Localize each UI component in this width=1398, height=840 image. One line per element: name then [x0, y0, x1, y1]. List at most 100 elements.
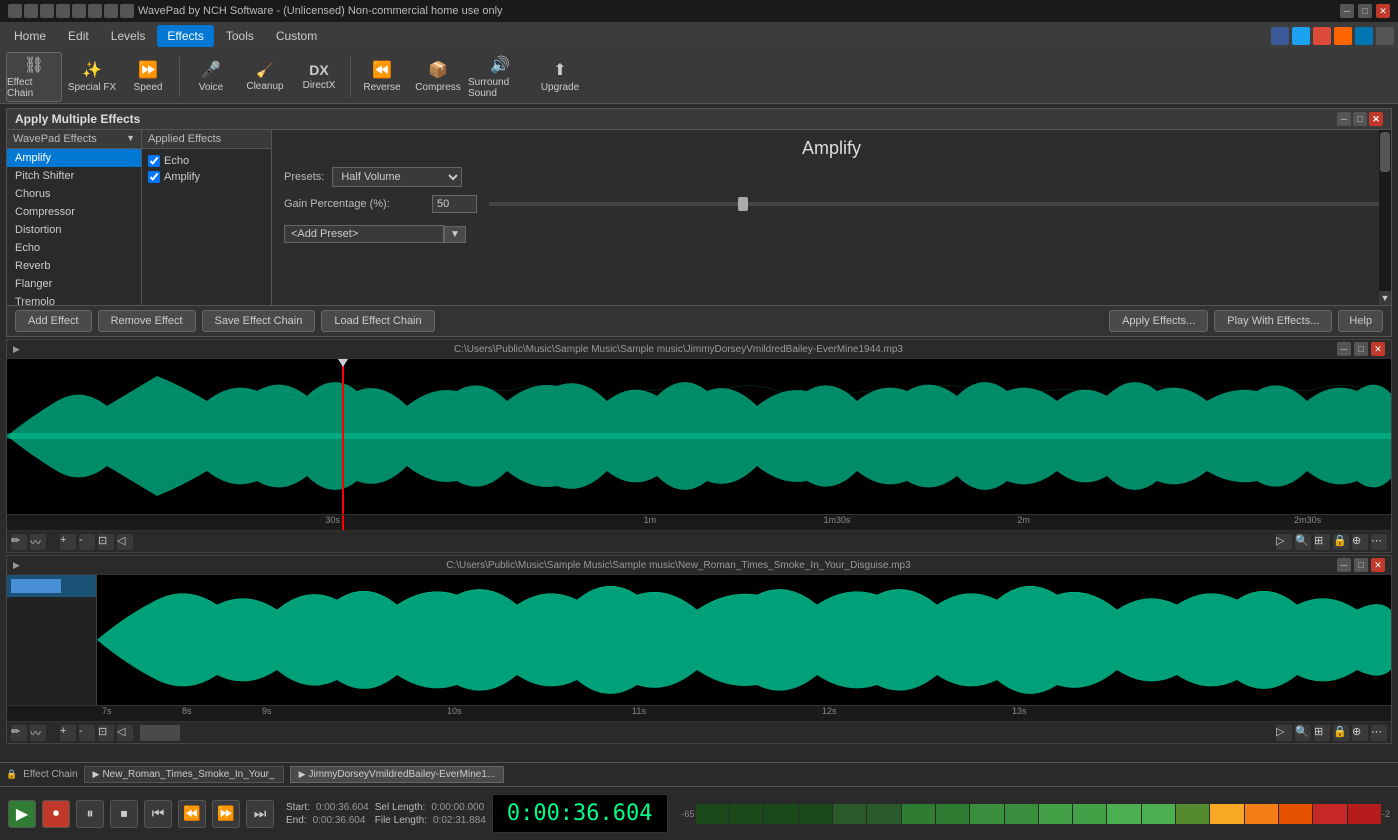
track2-close-button[interactable]: ✕: [1371, 558, 1385, 572]
menu-tools[interactable]: Tools: [216, 25, 264, 47]
track1-maximize-button[interactable]: □: [1354, 342, 1368, 356]
track1-zoom-fit[interactable]: ⊞: [1314, 534, 1330, 550]
taskbar-track1-item[interactable]: ▶ JimmyDorseyVmildredBailey-EverMine1...: [290, 766, 505, 783]
track1-select-tool[interactable]: ⊡: [98, 534, 114, 550]
record-button[interactable]: ⏺: [42, 800, 70, 828]
skip-forward-button[interactable]: ⏭: [246, 800, 274, 828]
track1-waveform[interactable]: [7, 359, 1391, 514]
effect-item-pitch-shifter[interactable]: Pitch Shifter: [7, 167, 141, 185]
track2-scroll[interactable]: ◁: [117, 725, 133, 741]
track1-zoom-tool[interactable]: 🔍: [1295, 534, 1311, 550]
gain-slider[interactable]: [489, 202, 1379, 206]
track1-more-options[interactable]: ⋯: [1371, 534, 1387, 550]
voice-button[interactable]: 🎤 Voice: [185, 52, 237, 102]
surround-sound-button[interactable]: 🔊 Surround Sound: [468, 52, 532, 102]
track2-minimize-button[interactable]: ─: [1337, 558, 1351, 572]
panel-minimize-button[interactable]: ─: [1337, 112, 1351, 126]
cleanup-button[interactable]: 🧹 Cleanup: [239, 52, 291, 102]
redo-icon[interactable]: [120, 4, 134, 18]
track1-scroll-tool[interactable]: ◁: [117, 534, 133, 550]
effect-item-flanger[interactable]: Flanger: [7, 275, 141, 293]
track2-zoom-plus[interactable]: ⊕: [1352, 725, 1368, 741]
save-icon[interactable]: [40, 4, 54, 18]
settings-scrollbar[interactable]: ▼: [1379, 130, 1391, 305]
minimize-button[interactable]: ─: [1340, 4, 1354, 18]
echo-checkbox[interactable]: [148, 155, 160, 167]
close-button[interactable]: ✕: [1376, 4, 1390, 18]
effect-item-tremolo[interactable]: Tremolo: [7, 293, 141, 305]
track1-pencil-tool[interactable]: ✏: [11, 534, 27, 550]
add-effect-button[interactable]: Add Effect: [15, 310, 92, 332]
track2-zoom-fit[interactable]: ⊞: [1314, 725, 1330, 741]
track1-zoom-in-tool[interactable]: +: [60, 534, 76, 550]
stop-button[interactable]: ⏹: [110, 800, 138, 828]
pause-button[interactable]: ⏸: [76, 800, 104, 828]
gain-slider-thumb[interactable]: [738, 197, 748, 211]
track2-zoom-in[interactable]: +: [60, 725, 76, 741]
save-effect-chain-button[interactable]: Save Effect Chain: [202, 310, 316, 332]
new-icon[interactable]: [8, 4, 22, 18]
effect-item-distortion[interactable]: Distortion: [7, 221, 141, 239]
upgrade-button[interactable]: ⬆ Upgrade: [534, 52, 586, 102]
panel-maximize-button[interactable]: □: [1353, 112, 1367, 126]
effect-item-amplify[interactable]: Amplify: [7, 149, 141, 167]
apply-effects-button[interactable]: Apply Effects...: [1109, 310, 1208, 332]
track1-right-arrow[interactable]: ▷: [1276, 534, 1292, 550]
track1-close-button[interactable]: ✕: [1371, 342, 1385, 356]
add-preset-input[interactable]: [284, 225, 444, 243]
settings-scrollbar-thumb[interactable]: [1380, 132, 1390, 172]
track2-zoom-out[interactable]: -: [79, 725, 95, 741]
preset-select[interactable]: Half Volume Double Volume Normalize: [332, 167, 462, 187]
compress-button[interactable]: 📦 Compress: [410, 52, 466, 102]
track2-more[interactable]: ⋯: [1371, 725, 1387, 741]
help-button[interactable]: Help: [1338, 310, 1383, 332]
track2-lock[interactable]: 🔒: [1333, 725, 1349, 741]
play-button[interactable]: ▶: [8, 800, 36, 828]
scrollbar-down-arrow[interactable]: ▼: [1379, 291, 1391, 305]
special-fx-button[interactable]: ✨ Special FX: [64, 52, 120, 102]
menu-custom[interactable]: Custom: [266, 25, 327, 47]
reverse-button[interactable]: ⏪ Reverse: [356, 52, 408, 102]
track2-zoom-icon[interactable]: 🔍: [1295, 725, 1311, 741]
menu-edit[interactable]: Edit: [58, 25, 99, 47]
effect-item-compressor[interactable]: Compressor: [7, 203, 141, 221]
remove-effect-button[interactable]: Remove Effect: [98, 310, 196, 332]
menu-home[interactable]: Home: [4, 25, 56, 47]
taskbar-track2-item[interactable]: ▶ New_Roman_Times_Smoke_In_Your_: [84, 766, 284, 783]
track2-pencil-tool[interactable]: ✏: [11, 725, 27, 741]
track1-lock-icon[interactable]: 🔒: [1333, 534, 1349, 550]
track2-arrow-right[interactable]: ▷: [1276, 725, 1292, 741]
undo-icon[interactable]: [104, 4, 118, 18]
directx-button[interactable]: DX DirectX: [293, 52, 345, 102]
track1-zoom-plus[interactable]: ⊕: [1352, 534, 1368, 550]
paste-icon[interactable]: [88, 4, 102, 18]
menu-levels[interactable]: Levels: [101, 25, 156, 47]
track1-zoom-out-tool[interactable]: -: [79, 534, 95, 550]
effect-item-reverb[interactable]: Reverb: [7, 257, 141, 275]
effect-item-chorus[interactable]: Chorus: [7, 185, 141, 203]
track2-select[interactable]: ⊡: [98, 725, 114, 741]
amplify-checkbox[interactable]: [148, 171, 160, 183]
panel-close-button[interactable]: ✕: [1369, 112, 1383, 126]
play-with-effects-button[interactable]: Play With Effects...: [1214, 310, 1332, 332]
gain-input[interactable]: [432, 195, 477, 213]
cut-icon[interactable]: [56, 4, 70, 18]
track1-wave-tool[interactable]: 〰: [30, 534, 46, 550]
speed-button[interactable]: ⏩ Speed: [122, 52, 174, 102]
effect-chain-button[interactable]: ⛓ Effect Chain: [6, 52, 62, 102]
maximize-button[interactable]: □: [1358, 4, 1372, 18]
track2-scroll-thumb[interactable]: [140, 725, 180, 741]
rewind-button[interactable]: ⏪: [178, 800, 206, 828]
track2-maximize-button[interactable]: □: [1354, 558, 1368, 572]
wavepad-effects-list[interactable]: Amplify Pitch Shifter Chorus Compressor …: [7, 149, 141, 305]
menu-effects[interactable]: Effects: [157, 25, 213, 47]
fast-forward-button[interactable]: ⏩: [212, 800, 240, 828]
add-preset-arrow-button[interactable]: ▼: [444, 226, 466, 243]
track2-waveform[interactable]: [7, 575, 1391, 705]
track1-minimize-button[interactable]: ─: [1337, 342, 1351, 356]
effect-item-echo[interactable]: Echo: [7, 239, 141, 257]
load-effect-chain-button[interactable]: Load Effect Chain: [321, 310, 434, 332]
copy-icon[interactable]: [72, 4, 86, 18]
skip-back-button[interactable]: ⏮: [144, 800, 172, 828]
open-icon[interactable]: [24, 4, 38, 18]
